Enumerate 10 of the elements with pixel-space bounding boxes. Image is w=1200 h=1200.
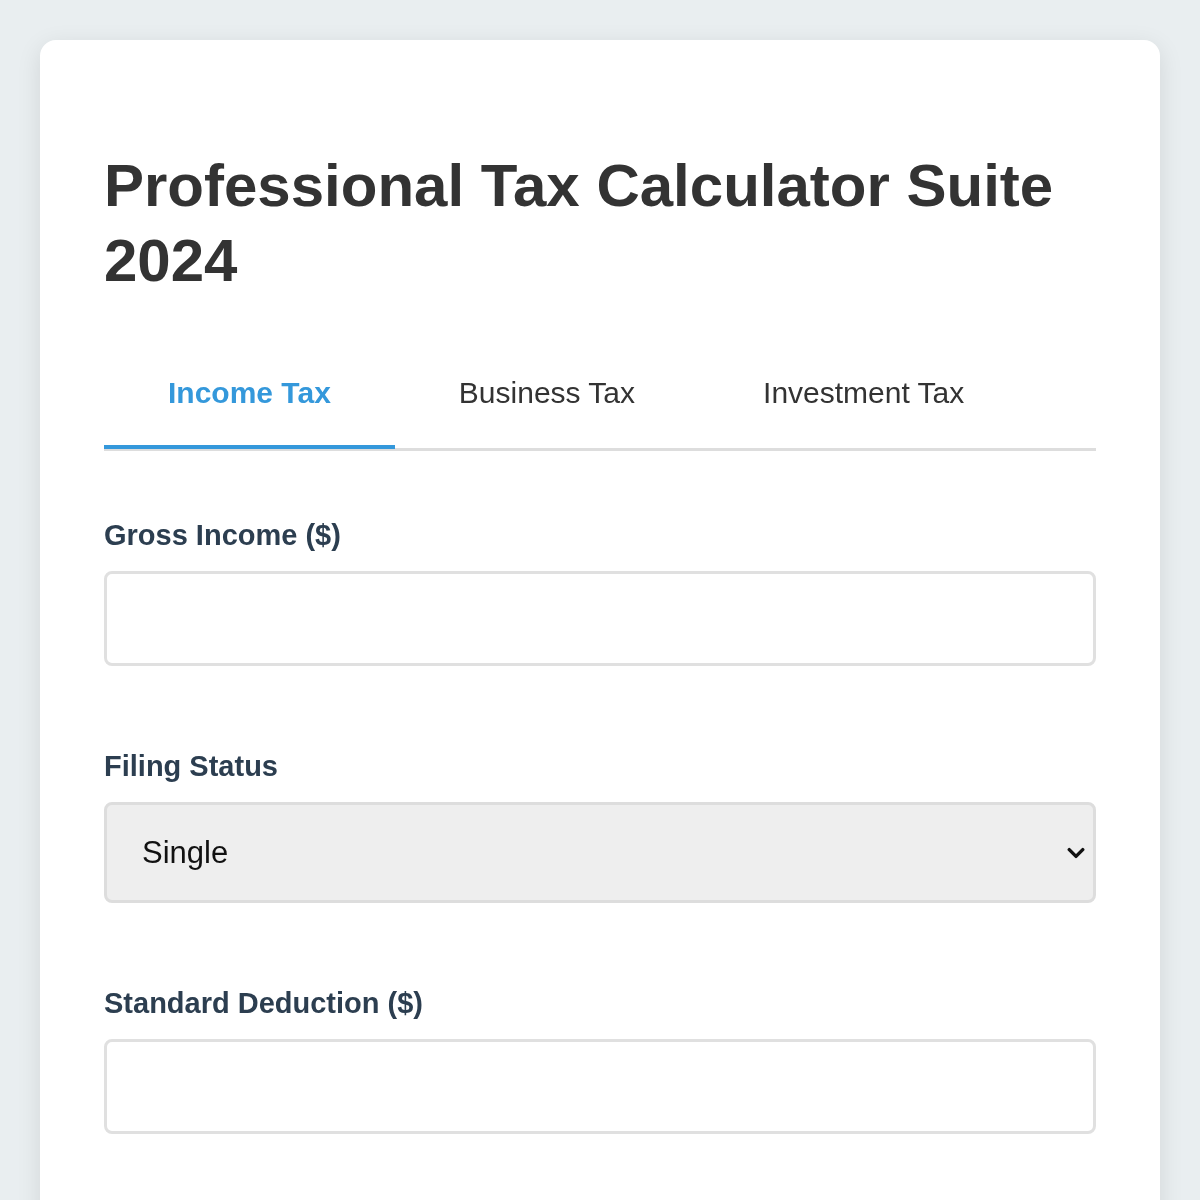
page-title: Professional Tax Calculator Suite 2024 xyxy=(104,151,1055,296)
input-field[interactable] xyxy=(104,571,1096,666)
tab[interactable]: Business Tax xyxy=(394,340,700,449)
field-label: Gross Income ($) xyxy=(104,518,341,552)
input-field[interactable] xyxy=(104,1039,1096,1134)
chevron-down-icon xyxy=(1067,846,1085,859)
field-label: Standard Deduction ($) xyxy=(104,986,423,1020)
filing-status-select[interactable]: Single xyxy=(104,802,1096,903)
tab[interactable]: Investment Tax xyxy=(699,340,1029,449)
field-label: Filing Status xyxy=(104,749,278,783)
